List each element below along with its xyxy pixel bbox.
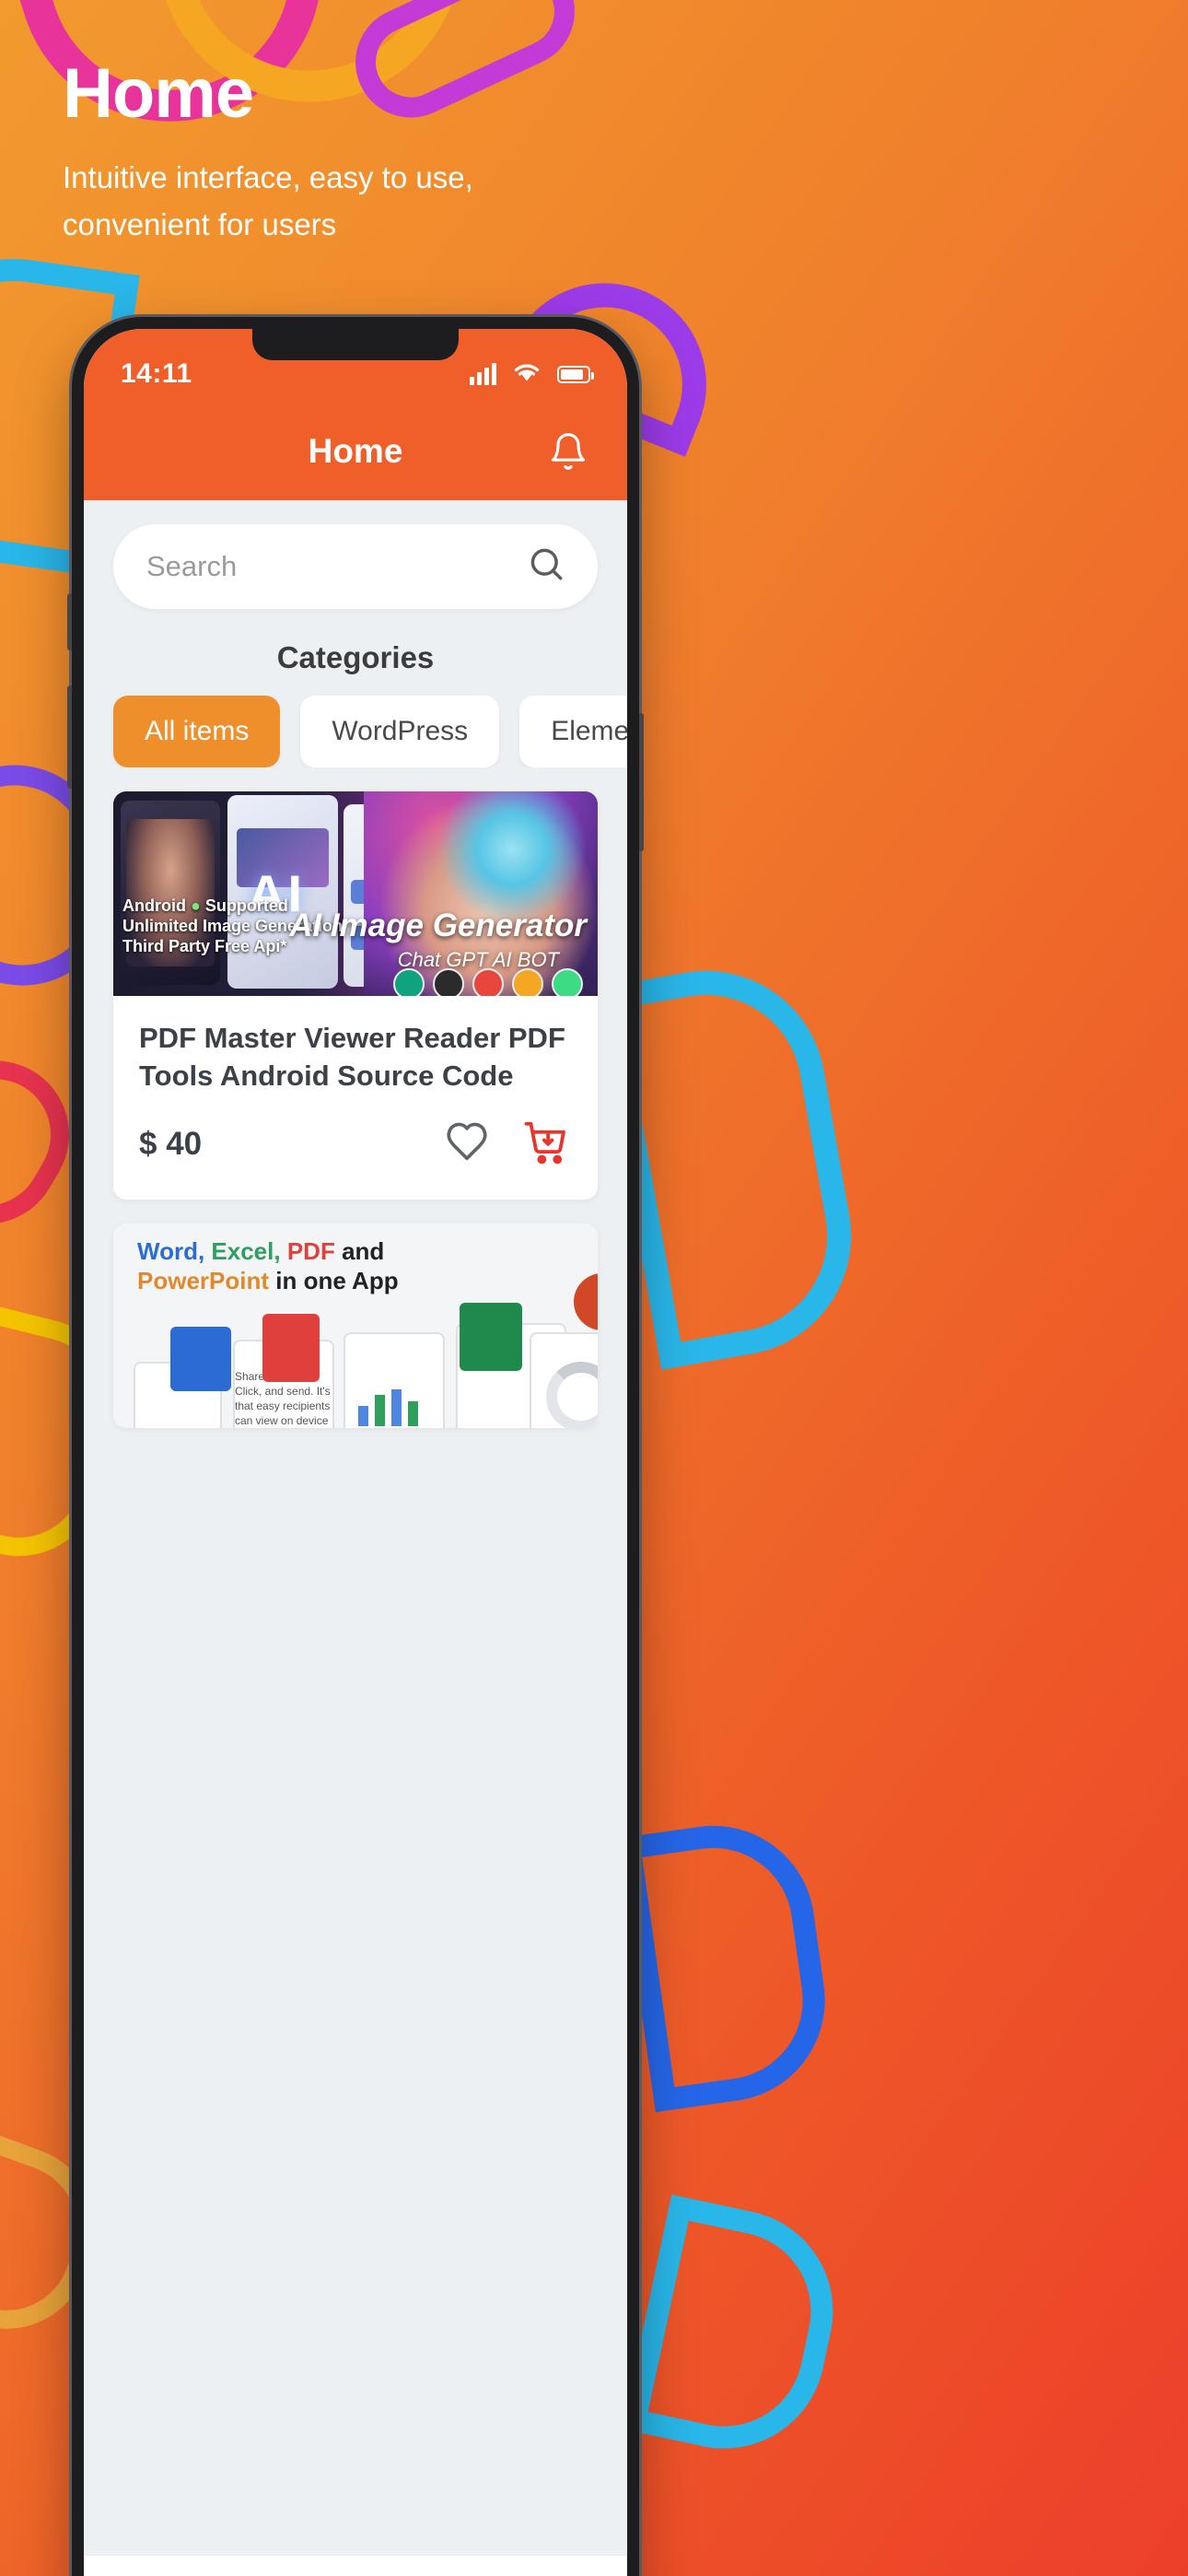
artwork-excel-label: Excel, [211, 1236, 281, 1265]
artwork-bar-chart [358, 1386, 418, 1426]
artwork-powerpoint-label: PowerPoint [137, 1267, 270, 1295]
promo-subtitle-line-1: Intuitive interface, easy to use, [63, 159, 473, 194]
promo-text-block: Home Intuitive interface, easy to use, c… [63, 54, 473, 248]
artwork-badges [393, 968, 583, 996]
promo-title: Home [63, 54, 254, 133]
product-actions [443, 1118, 572, 1172]
product-image: Word, Excel, PDF and PowerPoint in one A… [113, 1223, 598, 1428]
search-icon[interactable] [527, 544, 567, 590]
add-to-cart-icon[interactable] [522, 1118, 572, 1172]
promo-subtitle: Intuitive interface, easy to use, conven… [63, 154, 473, 248]
nav-item-profile[interactable] [492, 2556, 628, 2576]
category-chip-all-items[interactable]: All items [113, 696, 281, 767]
categories-heading: Categories [276, 640, 435, 674]
chip-label: Elementor [551, 716, 627, 746]
search-bar[interactable] [113, 524, 598, 609]
artwork-caption-line-1b: Supported [204, 896, 288, 916]
artwork-pdf-tile [262, 1313, 320, 1382]
product-card[interactable]: Word, Excel, PDF and PowerPoint in one A… [113, 1223, 598, 1428]
artwork-inoneapp-label: in one App [275, 1267, 399, 1295]
product-image: AI Android ● Supported Unlimited Image G… [113, 791, 598, 996]
decorative-squiggle [622, 2195, 852, 2467]
chip-label: All items [145, 716, 250, 746]
cellular-signal-icon [470, 363, 496, 385]
scroll-content[interactable]: Categories All items WordPress Elementor… [84, 500, 627, 2555]
category-chip-list[interactable]: All items WordPress Elementor Hosting [84, 675, 627, 767]
bottom-navigation[interactable] [84, 2555, 627, 2576]
wifi-icon [512, 361, 542, 388]
artwork-and-label: and [342, 1236, 385, 1265]
search-section [84, 500, 627, 609]
artwork-excel-tile [460, 1302, 522, 1371]
product-title: PDF Master Viewer Reader PDF Tools Andro… [139, 1022, 565, 1092]
phone-notch [252, 329, 459, 360]
heart-icon[interactable] [443, 1118, 491, 1171]
phone-power-button [639, 713, 644, 851]
battery-icon [557, 365, 594, 383]
product-price: $ 40 [139, 1126, 203, 1163]
nav-item-search[interactable] [220, 2556, 356, 2576]
product-list: AI Android ● Supported Unlimited Image G… [84, 767, 627, 1428]
status-icons [470, 361, 594, 388]
artwork-powerpoint-tile [574, 1272, 598, 1330]
product-body: PDF Master Viewer Reader PDF Tools Andro… [113, 996, 598, 1105]
nav-item-cart[interactable] [355, 2556, 492, 2576]
chip-label: WordPress [332, 716, 469, 746]
artwork-headline: Word, Excel, PDF and PowerPoint in one A… [137, 1236, 399, 1296]
artwork-word-label: Word, [137, 1236, 205, 1265]
artwork-caption-line-1a: Android [122, 896, 186, 916]
artwork-pdf-label: PDF [286, 1236, 335, 1265]
product-footer: $ 40 [113, 1105, 598, 1200]
phone-screen: 14:11 Home Search Categories All items W… [84, 329, 627, 2576]
status-time: 14:11 [121, 358, 192, 389]
product-card[interactable]: AI Android ● Supported Unlimited Image G… [113, 791, 598, 1200]
promo-subtitle-line-2: convenient for users [63, 206, 337, 241]
page-title: Home [308, 432, 403, 470]
category-chip-wordpress[interactable]: WordPress [300, 696, 500, 767]
phone-mockup: 14:11 Home Search Categories All items W… [67, 317, 644, 2576]
artwork-word-tile [170, 1326, 231, 1391]
app-header: Home [84, 403, 627, 500]
artwork-headline: AI Image Generator [289, 907, 587, 943]
bell-icon[interactable] [542, 426, 594, 477]
search-input[interactable] [146, 550, 514, 583]
decorative-squiggle [617, 1812, 838, 2113]
category-chip-elementor[interactable]: Elementor [519, 696, 627, 767]
nav-item-home[interactable] [84, 2556, 220, 2576]
